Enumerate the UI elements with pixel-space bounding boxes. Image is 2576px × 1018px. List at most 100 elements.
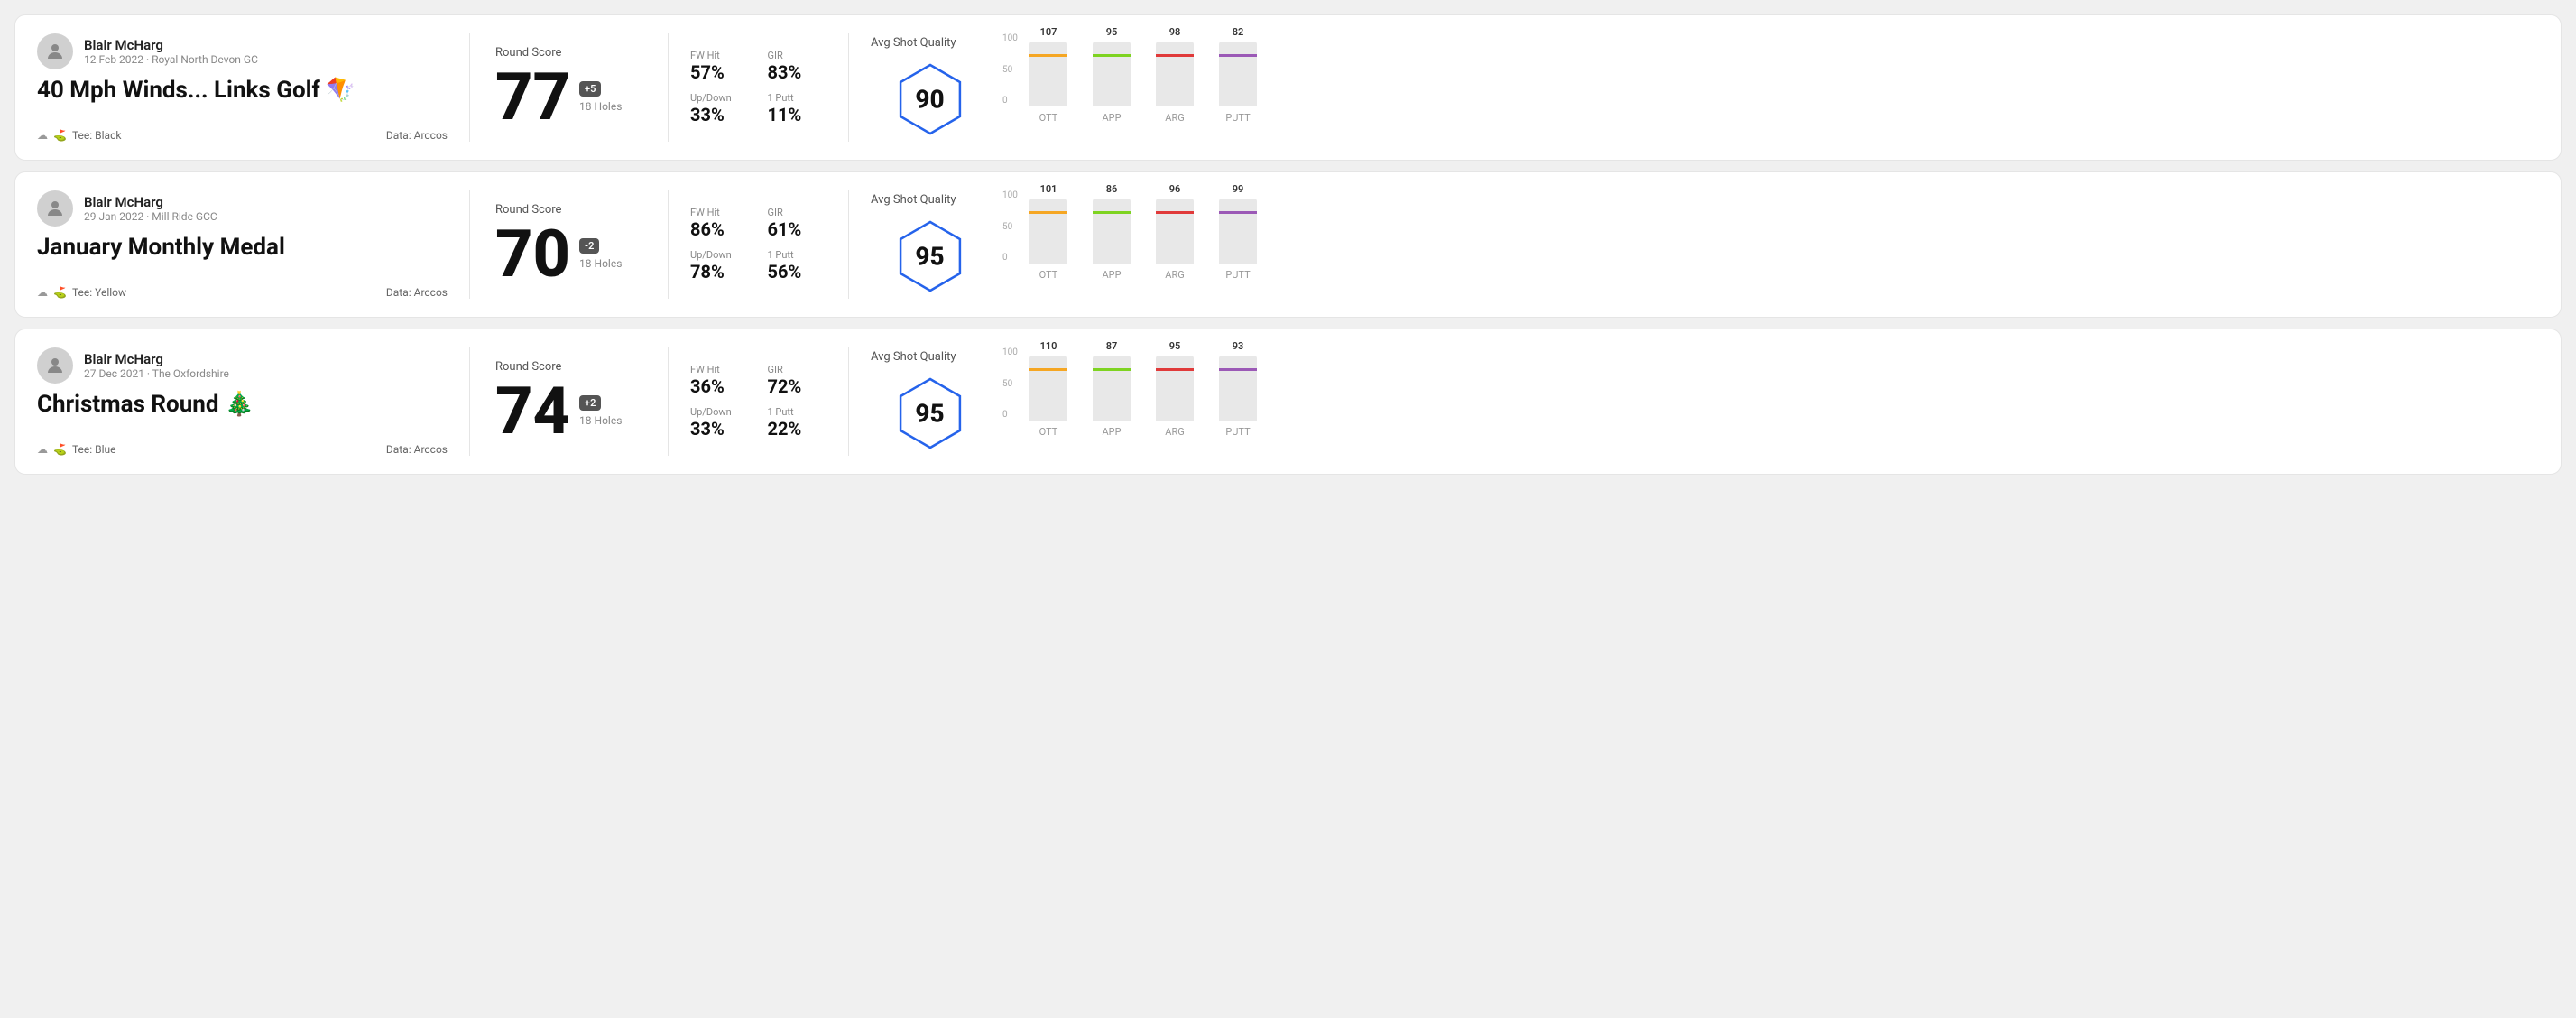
bar-group-arg: 98 ARG [1156, 26, 1194, 124]
bar-fill-ott [1029, 366, 1067, 421]
user-meta-2: 29 Jan 2022 · Mill Ride GCC [84, 210, 217, 223]
bar-line-ott [1029, 211, 1067, 214]
hexagon-1: 90 [890, 59, 971, 140]
user-info-3: Blair McHarg 27 Dec 2021 · The Oxfordshi… [84, 351, 229, 380]
bar-wrapper-putt [1219, 199, 1257, 264]
round-card-1: Blair McHarg 12 Feb 2022 · Royal North D… [14, 14, 2562, 161]
stats-grid-1: FW Hit 57% GIR 83% Up/Down 33% 1 Putt 11… [690, 50, 826, 125]
tee-info-3: ☁ ⛳ Tee: Blue [37, 443, 116, 456]
bar-label-putt: PUTT [1225, 269, 1250, 281]
bar-group-arg: 95 ARG [1156, 340, 1194, 438]
bar-line-ott [1029, 368, 1067, 371]
round-card-3: Blair McHarg 27 Dec 2021 · The Oxfordshi… [14, 329, 2562, 475]
oneputt-value-3: 22% [768, 418, 827, 440]
bar-label-arg: ARG [1165, 112, 1184, 124]
updown-label-1: Up/Down [690, 92, 750, 104]
round-score-label-1: Round Score [495, 46, 642, 60]
left-section-2: Blair McHarg 29 Jan 2022 · Mill Ride GCC… [37, 190, 470, 299]
gir-label-3: GIR [768, 364, 827, 375]
bar-group-putt: 99 PUTT [1219, 183, 1257, 281]
mid-section-3: Round Score 74 +2 18 Holes [470, 347, 669, 456]
quality-label-3: Avg Shot Quality [871, 350, 956, 364]
bar-label-app: APP [1102, 269, 1121, 281]
bar-wrapper-arg [1156, 199, 1194, 264]
bar-value-arg: 98 [1169, 26, 1181, 38]
updown-stat-1: Up/Down 33% [690, 92, 750, 125]
fw-hit-stat-2: FW Hit 86% [690, 207, 750, 240]
bar-fill-app [1093, 377, 1131, 421]
bar-wrapper-ott [1029, 356, 1067, 421]
round-title-3: Christmas Round 🎄 [37, 391, 448, 418]
holes-label-2: 18 Holes [579, 257, 622, 270]
bar-group-putt: 82 PUTT [1219, 26, 1257, 124]
hexagon-3: 95 [890, 373, 971, 454]
user-row-2: Blair McHarg 29 Jan 2022 · Mill Ride GCC [37, 190, 448, 227]
round-title-1: 40 Mph Winds... Links Golf 🪁 [37, 77, 448, 104]
quality-section-2: Avg Shot Quality 95 [849, 190, 1011, 299]
tee-label-2: Tee: Yellow [72, 286, 126, 299]
bar-group-app: 87 APP [1093, 340, 1131, 438]
gir-value-1: 83% [768, 61, 827, 83]
bar-label-putt: PUTT [1225, 112, 1250, 124]
user-info-2: Blair McHarg 29 Jan 2022 · Mill Ride GCC [84, 194, 217, 223]
bar-wrapper-putt [1219, 42, 1257, 106]
score-diff-badge-2: -2 [579, 238, 599, 254]
bar-label-ott: OTT [1039, 269, 1058, 281]
updown-value-2: 78% [690, 261, 750, 282]
bar-wrapper-arg [1156, 356, 1194, 421]
bar-line-app [1093, 368, 1131, 371]
mid-section-2: Round Score 70 -2 18 Holes [470, 190, 669, 299]
updown-stat-2: Up/Down 78% [690, 249, 750, 282]
gir-value-2: 61% [768, 218, 827, 240]
user-meta-1: 12 Feb 2022 · Royal North Devon GC [84, 53, 258, 66]
score-badge-3: +2 18 Holes [579, 395, 622, 427]
left-section-1: Blair McHarg 12 Feb 2022 · Royal North D… [37, 33, 470, 142]
round-score-label-2: Round Score [495, 203, 642, 217]
fw-hit-stat-1: FW Hit 57% [690, 50, 750, 83]
bar-label-arg: ARG [1165, 269, 1184, 281]
left-section-3: Blair McHarg 27 Dec 2021 · The Oxfordshi… [37, 347, 470, 456]
bar-wrapper-ott [1029, 42, 1067, 106]
avatar-2 [37, 190, 73, 227]
bar-wrapper-app [1093, 356, 1131, 421]
user-name-3: Blair McHarg [84, 351, 229, 367]
bar-wrapper-arg [1156, 42, 1194, 106]
cloud-icon-3: ☁ [37, 443, 48, 456]
score-row-2: 70 -2 18 Holes [495, 222, 642, 287]
bar-group-ott: 101 OTT [1029, 183, 1067, 281]
user-row-1: Blair McHarg 12 Feb 2022 · Royal North D… [37, 33, 448, 69]
bar-value-app: 95 [1106, 26, 1118, 38]
fw-hit-label-1: FW Hit [690, 50, 750, 61]
fw-hit-value-1: 57% [690, 61, 750, 83]
gir-stat-3: GIR 72% [768, 364, 827, 397]
fw-hit-stat-3: FW Hit 36% [690, 364, 750, 397]
bottom-row-2: ☁ ⛳ Tee: Yellow Data: Arccos [37, 286, 448, 299]
bag-icon-2: ⛳ [53, 286, 67, 299]
oneputt-label-2: 1 Putt [768, 249, 827, 261]
score-number-2: 70 [495, 222, 570, 287]
bar-line-app [1093, 54, 1131, 57]
updown-label-3: Up/Down [690, 406, 750, 418]
chart-section-1: 100 50 0 107 OTT 95 APP 98 ARG [1011, 33, 2539, 142]
score-number-1: 77 [495, 65, 570, 130]
data-source-2: Data: Arccos [386, 286, 448, 299]
stats-section-2: FW Hit 86% GIR 61% Up/Down 78% 1 Putt 56… [669, 190, 849, 299]
chart-section-2: 100 50 0 101 OTT 86 APP 96 ARG [1011, 190, 2539, 299]
gir-stat-1: GIR 83% [768, 50, 827, 83]
hexagon-score-3: 95 [915, 398, 944, 428]
holes-label-1: 18 Holes [579, 100, 622, 113]
bar-fill-app [1093, 220, 1131, 264]
fw-hit-label-2: FW Hit [690, 207, 750, 218]
bag-icon-3: ⛳ [53, 443, 67, 456]
holes-label-3: 18 Holes [579, 414, 622, 427]
score-diff-badge-1: +5 [579, 81, 601, 97]
bar-fill-putt [1219, 374, 1257, 421]
oneputt-stat-1: 1 Putt 11% [768, 92, 827, 125]
bar-group-app: 95 APP [1093, 26, 1131, 124]
bar-line-putt [1219, 368, 1257, 371]
bar-label-app: APP [1102, 426, 1121, 438]
tee-label-3: Tee: Blue [72, 443, 116, 456]
bar-value-ott: 101 [1040, 183, 1057, 195]
round-title-2: January Monthly Medal [37, 234, 448, 261]
score-badge-1: +5 18 Holes [579, 81, 622, 113]
